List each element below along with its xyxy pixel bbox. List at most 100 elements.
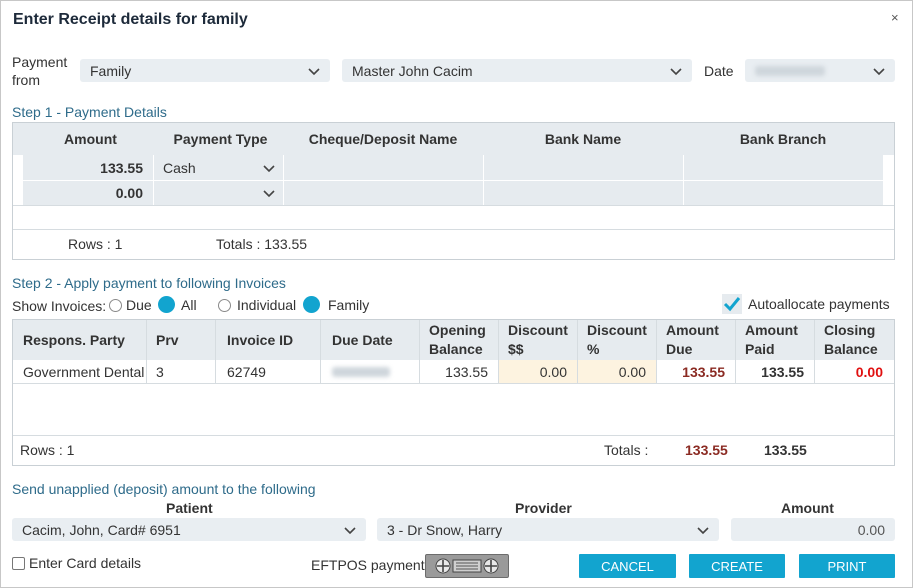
create-button[interactable]: CREATE: [689, 554, 785, 578]
col-payment-type: Payment Type: [173, 131, 268, 147]
patient-label: Patient: [166, 500, 213, 516]
col-due-date: Due Date: [332, 332, 393, 348]
due-date-blurred: [332, 366, 390, 377]
deposit-amount-input[interactable]: 0.00: [731, 518, 895, 541]
table-row[interactable]: Government Dental 3 62749 133.55 0.00 0.…: [13, 360, 894, 383]
col-prv: Prv: [156, 332, 179, 348]
divider: [13, 229, 894, 230]
cell-invoice-id: 62749: [227, 363, 266, 380]
radio-individual-label: Individual: [237, 297, 297, 313]
col-amount-paid: Amount Paid: [745, 322, 798, 357]
radio-family[interactable]: Family: [303, 296, 369, 313]
amount-label: Amount: [781, 500, 834, 516]
patient-value: Cacim, John, Card# 6951: [22, 521, 181, 538]
step2-title: Step 2 - Apply payment to following Invo…: [12, 275, 286, 291]
payment-type-value: Cash: [163, 159, 196, 176]
show-invoices-label: Show Invoices:: [12, 298, 107, 314]
close-icon[interactable]: ×: [891, 10, 899, 25]
col-invoice-id: Invoice ID: [227, 332, 294, 348]
amount-value: 0.00: [115, 184, 143, 201]
step2-totals-label: Totals :: [604, 442, 649, 458]
invoices-grid: Respons. Party Prv Invoice ID Due Date O…: [12, 319, 895, 466]
col-cheque-name: Cheque/Deposit Name: [308, 131, 458, 147]
person-select[interactable]: Master John Cacim: [342, 59, 692, 82]
payment-type-select[interactable]: Cash: [153, 155, 283, 180]
card-details-label: Enter Card details: [29, 555, 142, 571]
autoallocate-checkbox[interactable]: Autoallocate payments: [722, 294, 890, 314]
radio-due-label: Due: [126, 297, 152, 313]
step1-totals: Totals : 133.55: [216, 236, 308, 252]
provider-select[interactable]: 3 - Dr Snow, Harry: [377, 518, 719, 541]
cell-amount-paid[interactable]: 133.55: [736, 360, 804, 383]
cell-opening-balance: 133.55: [445, 363, 488, 380]
total-amount-paid: 133.55: [764, 442, 807, 458]
date-select[interactable]: [745, 59, 895, 82]
amount-cell[interactable]: 0.00: [23, 180, 153, 205]
chevron-down-icon: [670, 65, 682, 77]
cell-closing-balance: 0.00: [855, 363, 883, 380]
amount-cell[interactable]: 133.55: [23, 155, 153, 180]
date-value-blurred: [755, 65, 825, 76]
chevron-down-icon: [873, 65, 885, 77]
person-value: Master John Cacim: [352, 62, 473, 79]
receipt-dialog: Enter Receipt details for family × Payme…: [0, 0, 913, 588]
date-label: Date: [704, 63, 734, 79]
divider: [13, 205, 894, 206]
total-amount-due: 133.55: [685, 442, 728, 458]
radio-due-circle[interactable]: [109, 298, 122, 312]
col-opening-balance: Opening Balance: [429, 322, 486, 357]
row1-bank-fields[interactable]: [283, 155, 883, 180]
col-amount-due: Amount Due: [666, 322, 719, 357]
radio-all-circle[interactable]: [158, 296, 175, 313]
chevron-down-icon: [263, 162, 275, 174]
chevron-down-icon: [263, 187, 275, 199]
col-discount-percent: Discount %: [587, 322, 647, 357]
row2-bank-fields[interactable]: [283, 180, 883, 205]
payment-from-select[interactable]: Family: [80, 59, 330, 82]
col-amount: Amount: [64, 131, 117, 147]
divider: [13, 383, 894, 384]
patient-select[interactable]: Cacim, John, Card# 6951: [12, 518, 366, 541]
chevron-down-icon: [344, 524, 356, 536]
cell-amount-due: 133.55: [682, 363, 725, 380]
deposit-amount-value: 0.00: [857, 521, 885, 538]
cell-prv: 3: [156, 363, 164, 380]
cell-due-date: [332, 360, 390, 383]
col-bank-name: Bank Name: [544, 131, 622, 147]
cell-discount-percent[interactable]: 0.00: [578, 360, 656, 383]
step2-rows-count: Rows : 1: [20, 442, 75, 458]
payment-grid-header: Amount Payment Type Cheque/Deposit Name …: [13, 123, 894, 155]
radio-all-label: All: [181, 296, 197, 313]
cell-respons-party: Government Dental: [23, 363, 145, 380]
col-discount-amount: Discount $$: [508, 322, 568, 357]
provider-value: 3 - Dr Snow, Harry: [387, 521, 503, 538]
print-button[interactable]: PRINT: [799, 554, 895, 578]
step1-title: Step 1 - Payment Details: [12, 104, 167, 120]
unapplied-title: Send unapplied (deposit) amount to the f…: [12, 481, 316, 497]
enter-card-details[interactable]: Enter Card details: [12, 555, 141, 571]
card-details-checkbox[interactable]: [12, 556, 25, 570]
col-closing-balance: Closing Balance: [824, 322, 878, 357]
amount-value: 133.55: [100, 159, 143, 176]
divider: [13, 435, 894, 436]
eftpos-label: EFTPOS payment: [311, 557, 425, 573]
radio-due[interactable]: Due: [109, 297, 152, 313]
payment-from-label: Payment from: [12, 54, 68, 88]
chevron-down-icon: [697, 524, 709, 536]
radio-all[interactable]: All: [158, 296, 197, 313]
cell-discount-amount[interactable]: 0.00: [499, 360, 577, 383]
provider-label: Provider: [515, 500, 572, 516]
divider: [883, 155, 884, 205]
checkmark-icon[interactable]: [722, 294, 742, 314]
payment-from-value: Family: [90, 62, 132, 79]
payment-type-select[interactable]: [153, 180, 283, 205]
radio-individual-circle[interactable]: [218, 298, 231, 312]
payment-details-grid: Amount Payment Type Cheque/Deposit Name …: [12, 122, 895, 260]
eftpos-terminal-icon[interactable]: [425, 554, 509, 578]
dialog-title: Enter Receipt details for family: [13, 11, 248, 28]
radio-individual[interactable]: Individual: [218, 297, 296, 313]
chevron-down-icon: [308, 65, 320, 77]
radio-family-label: Family: [328, 296, 370, 313]
radio-family-circle[interactable]: [303, 296, 320, 313]
cancel-button[interactable]: CANCEL: [579, 554, 676, 578]
